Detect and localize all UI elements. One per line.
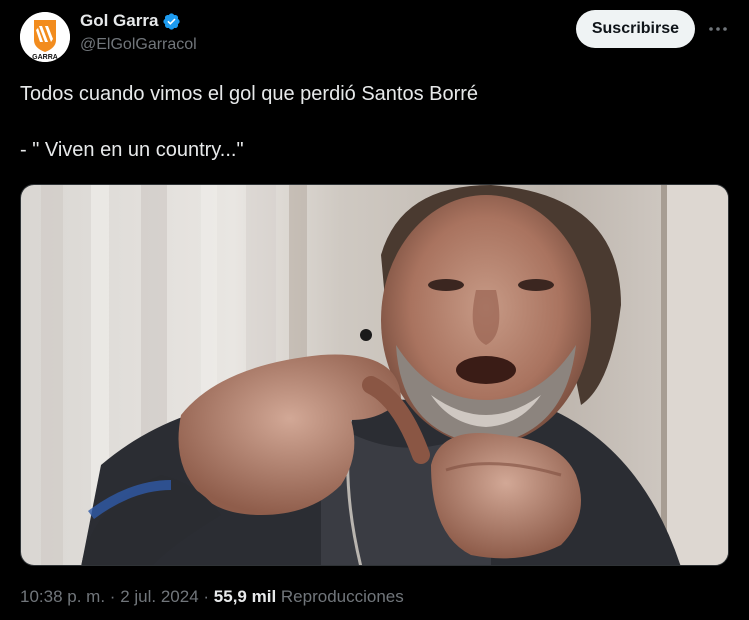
display-name-row: Gol Garra — [80, 10, 197, 32]
tweet-card: GARRA Gol Garra @ElGolGarracol Suscribir… — [0, 0, 749, 620]
meta-separator-2: · — [203, 587, 210, 606]
svg-text:GARRA: GARRA — [32, 54, 58, 61]
tweet-header: GARRA Gol Garra @ElGolGarracol Suscribir… — [20, 8, 729, 62]
tweet-text-line-2: - " Viven en un country..." — [20, 139, 244, 161]
display-name[interactable]: Gol Garra — [80, 11, 158, 31]
tweet-text: Todos cuando vimos el gol que perdió San… — [20, 80, 720, 164]
tweet-time[interactable]: 10:38 p. m. — [20, 587, 105, 606]
avatar[interactable]: GARRA — [20, 12, 70, 62]
subscribe-button[interactable]: Suscribirse — [575, 10, 695, 48]
tweet-date[interactable]: 2 jul. 2024 — [120, 587, 198, 606]
video-frame-image — [21, 185, 728, 565]
tweet-text-line-1: Todos cuando vimos el gol que perdió San… — [20, 83, 479, 105]
views-label: Reproducciones — [280, 587, 404, 606]
meta-separator: · — [109, 587, 116, 606]
views-count: 55,9 mil — [213, 587, 277, 606]
tweet-meta: 10:38 p. m. · 2 jul. 2024 · 55,9 mil Rep… — [20, 587, 404, 607]
verified-badge-icon — [163, 12, 181, 30]
garra-logo-icon: GARRA — [20, 12, 70, 62]
tweet-text-gap — [20, 108, 720, 136]
author-names: Gol Garra @ElGolGarracol — [80, 10, 197, 54]
author-handle[interactable]: @ElGolGarracol — [80, 36, 197, 54]
more-horizontal-icon[interactable] — [707, 18, 729, 40]
video-player[interactable] — [20, 184, 729, 566]
